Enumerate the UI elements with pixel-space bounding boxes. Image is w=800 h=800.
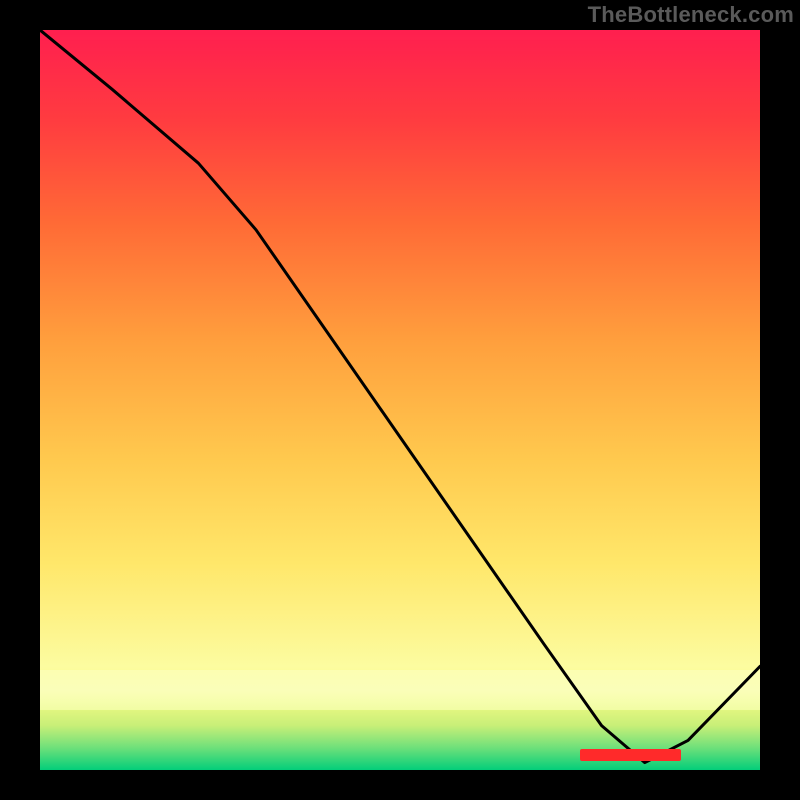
- watermark-text: TheBottleneck.com: [588, 2, 794, 28]
- plot-area: [40, 30, 760, 770]
- curve-path: [40, 30, 760, 763]
- chart-stage: TheBottleneck.com: [0, 0, 800, 800]
- red-bar-annotation: [580, 749, 681, 761]
- curve-svg: [40, 30, 760, 770]
